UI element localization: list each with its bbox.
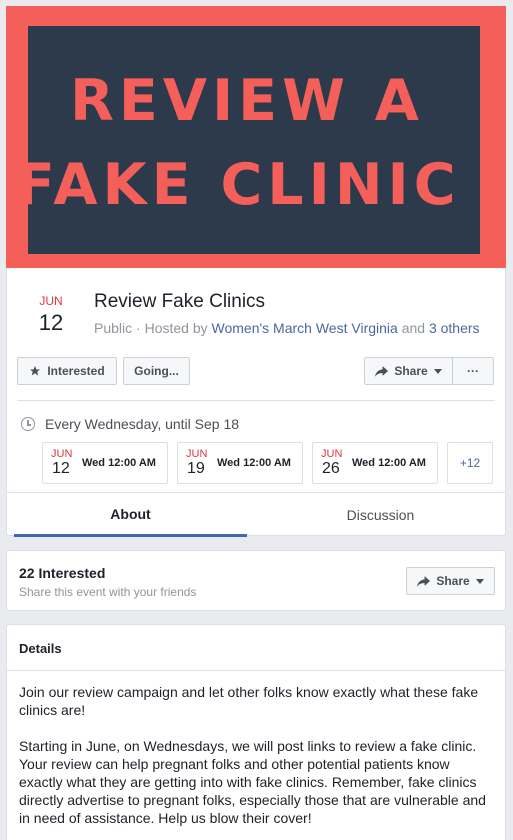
occurrence-time: Wed 12:00 AM bbox=[82, 457, 156, 469]
occurrence-card[interactable]: JUN 12 Wed 12:00 AM bbox=[42, 442, 168, 484]
occurrence-day: 26 bbox=[322, 460, 340, 477]
and-text: and bbox=[397, 320, 429, 336]
interested-button-label: Interested bbox=[47, 364, 105, 378]
occurrence-day: 12 bbox=[52, 460, 70, 477]
occurrence-time: Wed 12:00 AM bbox=[217, 457, 291, 469]
share-button-label: Share bbox=[394, 364, 428, 378]
more-icon: ··· bbox=[467, 364, 479, 378]
others-link[interactable]: 3 others bbox=[429, 320, 480, 336]
recurrence-info: Every Wednesday, until Sep 18 bbox=[21, 416, 239, 432]
occurrence-card[interactable]: JUN 26 Wed 12:00 AM bbox=[312, 442, 438, 484]
details-paragraph: Starting in June, on Wednesdays, we will… bbox=[19, 738, 486, 826]
recurrence-text: Every Wednesday, until Sep 18 bbox=[45, 416, 240, 432]
tab-about[interactable]: About bbox=[14, 493, 247, 537]
divider bbox=[7, 670, 505, 671]
interested-count[interactable]: 22 Interested bbox=[19, 565, 105, 581]
caret-down-icon bbox=[475, 578, 484, 584]
share-event-button-label: Share bbox=[436, 574, 470, 588]
occurrence-day: 19 bbox=[187, 460, 205, 477]
occurrence-month: JUN bbox=[321, 448, 343, 460]
hosted-by-prefix: · Hosted by bbox=[132, 320, 212, 336]
divider bbox=[17, 400, 495, 401]
privacy-label: Public bbox=[94, 320, 133, 336]
cover-text-line2: FAKE CLINIC bbox=[28, 152, 461, 218]
going-button[interactable]: Going... bbox=[123, 357, 190, 385]
event-date-day: 12 bbox=[38, 310, 64, 335]
details-body: Join our review campaign and let other f… bbox=[19, 683, 493, 840]
occurrence-month: JUN bbox=[51, 448, 73, 460]
tab-discussion[interactable]: Discussion bbox=[264, 493, 497, 537]
details-title: Details bbox=[19, 641, 62, 656]
occurrence-time: Wed 12:00 AM bbox=[352, 457, 426, 469]
share-arrow-icon bbox=[417, 575, 431, 587]
details-paragraph: Join our review campaign and let other f… bbox=[19, 684, 479, 718]
details-card: Details Join our review campaign and let… bbox=[6, 624, 506, 840]
going-button-label: Going... bbox=[134, 364, 179, 378]
share-event-button[interactable]: Share bbox=[406, 567, 495, 595]
star-icon bbox=[30, 366, 41, 376]
occurrence-month: JUN bbox=[186, 448, 208, 460]
more-options-button[interactable]: ··· bbox=[452, 357, 494, 385]
interested-card: 22 Interested Share this event with your… bbox=[6, 550, 506, 611]
event-subtitle: Public · Hosted by Women's March West Vi… bbox=[94, 320, 480, 336]
cover-text-line1: REVIEW A bbox=[70, 68, 424, 134]
caret-down-icon bbox=[433, 368, 442, 374]
host-link[interactable]: Women's March West Virginia bbox=[212, 320, 398, 336]
occurrence-card[interactable]: JUN 19 Wed 12:00 AM bbox=[177, 442, 303, 484]
share-button[interactable]: Share bbox=[364, 357, 453, 385]
interested-button[interactable]: Interested bbox=[17, 357, 117, 385]
event-header-card: JUN 12 Review Fake Clinics Public · Host… bbox=[6, 268, 506, 537]
event-date: JUN 12 bbox=[33, 294, 69, 336]
event-date-month: JUN bbox=[39, 294, 63, 308]
share-arrow-icon bbox=[375, 365, 389, 377]
event-title: Review Fake Clinics bbox=[94, 291, 266, 312]
more-dates-button[interactable]: +12 bbox=[447, 442, 493, 484]
cover-panel: REVIEW A FAKE CLINIC bbox=[28, 26, 480, 254]
clock-icon bbox=[21, 417, 35, 431]
interested-subtitle: Share this event with your friends bbox=[19, 585, 197, 599]
event-tabs: About Discussion bbox=[7, 492, 505, 537]
cover-image[interactable]: REVIEW A FAKE CLINIC bbox=[6, 6, 506, 268]
